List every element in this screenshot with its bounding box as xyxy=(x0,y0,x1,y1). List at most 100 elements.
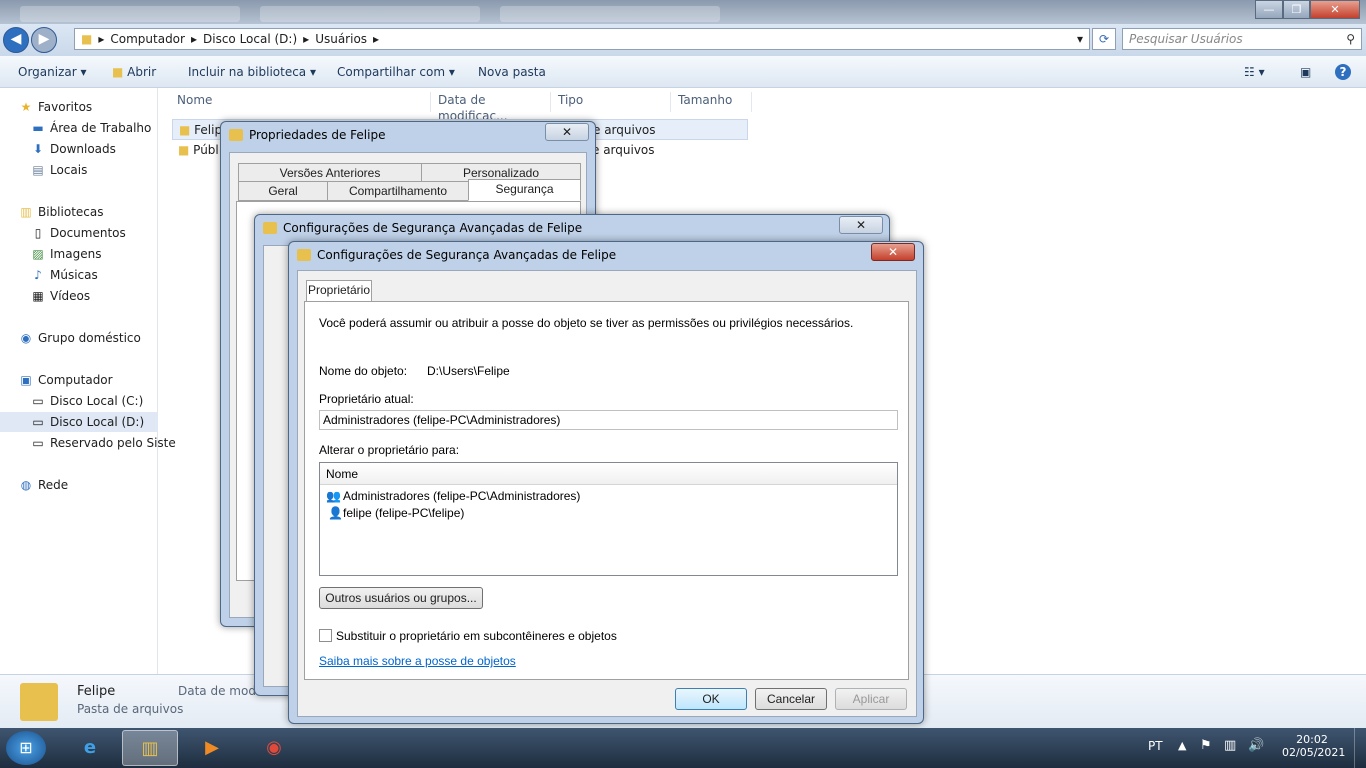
maximize-button[interactable]: ❐ xyxy=(1283,0,1310,19)
owner-item-label: felipe (felipe-PC\felipe) xyxy=(343,506,465,520)
show-desktop-button[interactable] xyxy=(1354,728,1366,768)
chrome-icon[interactable]: ◉ xyxy=(246,730,302,766)
network-icon: ◍ xyxy=(20,478,32,492)
list-item[interactable]: 👤 felipe (felipe-PC\felipe) xyxy=(324,505,884,522)
breadcrumb-computer[interactable]: Computador xyxy=(110,32,185,46)
close-button[interactable]: ✕ xyxy=(1310,0,1360,19)
places-icon: ▤ xyxy=(32,163,44,177)
owner-list[interactable]: Nome 👥 Administradores (felipe-PC\Admini… xyxy=(319,462,898,576)
share-button[interactable]: Compartilhar com ▾ xyxy=(337,65,455,79)
internet-explorer-icon[interactable]: e xyxy=(62,730,118,766)
nav-network[interactable]: ◍ Rede xyxy=(18,475,68,495)
owner-list-header[interactable]: Nome xyxy=(320,463,897,485)
nav-images[interactable]: ▨ Imagens xyxy=(30,244,101,264)
nav-reserved[interactable]: ▭ Reservado pelo Siste xyxy=(30,433,176,453)
tab-previous-versions[interactable]: Versões Anteriores xyxy=(238,163,422,183)
details-date-label: Data de modif xyxy=(178,684,264,698)
videos-icon: ▦ xyxy=(32,289,44,303)
column-date[interactable]: Data de modificaç... xyxy=(432,92,551,123)
tab-sharing[interactable]: Compartilhamento xyxy=(327,181,469,201)
nav-favorites[interactable]: ★ Favoritos xyxy=(18,97,93,117)
address-field[interactable]: ■ ▸ Computador ▸ Disco Local (D:) ▸ Usuá… xyxy=(74,28,1090,50)
current-owner-field[interactable]: Administradores (felipe-PC\Administrador… xyxy=(319,410,898,430)
advanced-close-button[interactable]: ✕ xyxy=(871,243,915,261)
chevron-down-icon[interactable]: ▾ xyxy=(1077,32,1083,46)
list-item[interactable]: 👥 Administradores (felipe-PC\Administrad… xyxy=(324,488,884,505)
help-icon[interactable]: ? xyxy=(1335,64,1351,80)
clock[interactable]: 20:02 02/05/2021 xyxy=(1282,733,1346,759)
nav-downloads[interactable]: ⬇ Downloads xyxy=(30,139,116,159)
nav-disk-c[interactable]: ▭ Disco Local (C:) xyxy=(30,391,143,411)
nav-libraries-label: Bibliotecas xyxy=(38,205,104,219)
nav-computer[interactable]: ▣ Computador xyxy=(18,370,113,390)
details-name: Felipe xyxy=(77,684,116,699)
nav-videos[interactable]: ▦ Vídeos xyxy=(30,286,90,306)
nav-disk-d[interactable]: ▭ Disco Local (D:) xyxy=(0,412,158,432)
media-player-icon[interactable]: ▶ xyxy=(184,730,240,766)
back-button[interactable]: ◀ xyxy=(3,27,29,53)
advanced-back-title: Configurações de Segurança Avançadas de … xyxy=(283,221,583,235)
tab-security[interactable]: Segurança xyxy=(468,179,581,201)
star-icon: ★ xyxy=(20,100,32,114)
view-options-icon[interactable]: ☷ ▾ xyxy=(1244,65,1265,79)
nav-documents[interactable]: ▯ Documentos xyxy=(30,223,126,243)
nav-disk-d-label: Disco Local (D:) xyxy=(50,415,145,429)
nav-favorites-label: Favoritos xyxy=(38,100,93,114)
search-input[interactable]: Pesquisar Usuários ⚲ xyxy=(1122,28,1362,50)
breadcrumb-users[interactable]: Usuários xyxy=(315,32,367,46)
folder-open-icon: ■ xyxy=(112,65,124,79)
disk-icon: ▭ xyxy=(32,415,44,429)
tray-expand-icon[interactable]: ▲ xyxy=(1178,739,1186,752)
apply-button[interactable]: Aplicar xyxy=(835,688,907,710)
nav-places[interactable]: ▤ Locais xyxy=(30,160,87,180)
minimize-button[interactable]: — xyxy=(1255,0,1283,19)
group-users-icon: 👥 xyxy=(326,489,341,503)
include-library-button[interactable]: Incluir na biblioteca ▾ xyxy=(188,65,316,79)
open-button[interactable]: ■ Abrir xyxy=(112,65,156,79)
clock-date: 02/05/2021 xyxy=(1282,746,1346,759)
tab-owner[interactable]: Proprietário xyxy=(306,280,372,302)
ok-button[interactable]: OK xyxy=(675,688,747,710)
nav-reserved-label: Reservado pelo Siste xyxy=(50,436,176,450)
desktop-icon: ▬ xyxy=(32,121,44,135)
tab-general[interactable]: Geral xyxy=(238,181,328,201)
forward-button[interactable]: ▶ xyxy=(31,27,57,53)
advanced-back-close-button[interactable]: ✕ xyxy=(839,216,883,234)
current-owner-label: Proprietário atual: xyxy=(319,392,414,406)
action-center-icon[interactable]: ⚑ xyxy=(1200,738,1212,753)
nav-music-label: Músicas xyxy=(50,268,98,282)
column-type[interactable]: Tipo xyxy=(552,92,671,112)
refresh-button[interactable]: ⟳ xyxy=(1092,28,1116,50)
folder-icon: ■ xyxy=(81,32,93,46)
nav-downloads-label: Downloads xyxy=(50,142,116,156)
command-bar: Organizar ▾ ■ Abrir Incluir na bibliotec… xyxy=(0,56,1366,88)
language-indicator[interactable]: PT xyxy=(1148,739,1163,753)
navigation-pane: ★ Favoritos ▬ Área de Trabalho ⬇ Downloads … xyxy=(0,88,176,674)
volume-icon[interactable]: 🔊 xyxy=(1248,738,1264,753)
other-users-button[interactable]: Outros usuários ou grupos... xyxy=(319,587,483,609)
replace-owner-checkbox[interactable] xyxy=(319,629,332,642)
nav-libraries[interactable]: ▥ Bibliotecas xyxy=(18,202,103,222)
explorer-taskbar-icon[interactable]: ▥ xyxy=(122,730,178,766)
new-folder-button[interactable]: Nova pasta xyxy=(478,65,546,79)
background-tab xyxy=(260,6,480,22)
breadcrumb-disk[interactable]: Disco Local (D:) xyxy=(203,32,297,46)
organize-label: Organizar xyxy=(18,65,77,79)
cancel-button[interactable]: Cancelar xyxy=(755,688,827,710)
nav-computer-label: Computador xyxy=(38,373,113,387)
background-tab xyxy=(20,6,240,22)
column-size[interactable]: Tamanho xyxy=(672,92,752,112)
preview-pane-icon[interactable]: ▣ xyxy=(1300,65,1311,79)
folder-icon xyxy=(229,129,243,141)
learn-more-link[interactable]: Saiba mais sobre a posse de objetos xyxy=(319,654,516,668)
nav-homegroup[interactable]: ◉ Grupo doméstico xyxy=(18,328,141,348)
column-name[interactable]: Nome xyxy=(172,92,431,112)
nav-music[interactable]: ♪ Músicas xyxy=(30,265,98,285)
properties-close-button[interactable]: ✕ xyxy=(545,123,589,141)
downloads-icon: ⬇ xyxy=(32,142,44,156)
start-button[interactable]: ⊞ xyxy=(6,731,46,765)
network-tray-icon[interactable]: ▥ xyxy=(1224,738,1236,753)
organize-button[interactable]: Organizar ▾ xyxy=(18,65,87,79)
nav-desktop[interactable]: ▬ Área de Trabalho xyxy=(30,118,151,138)
details-kind: Pasta de arquivos xyxy=(77,702,184,716)
